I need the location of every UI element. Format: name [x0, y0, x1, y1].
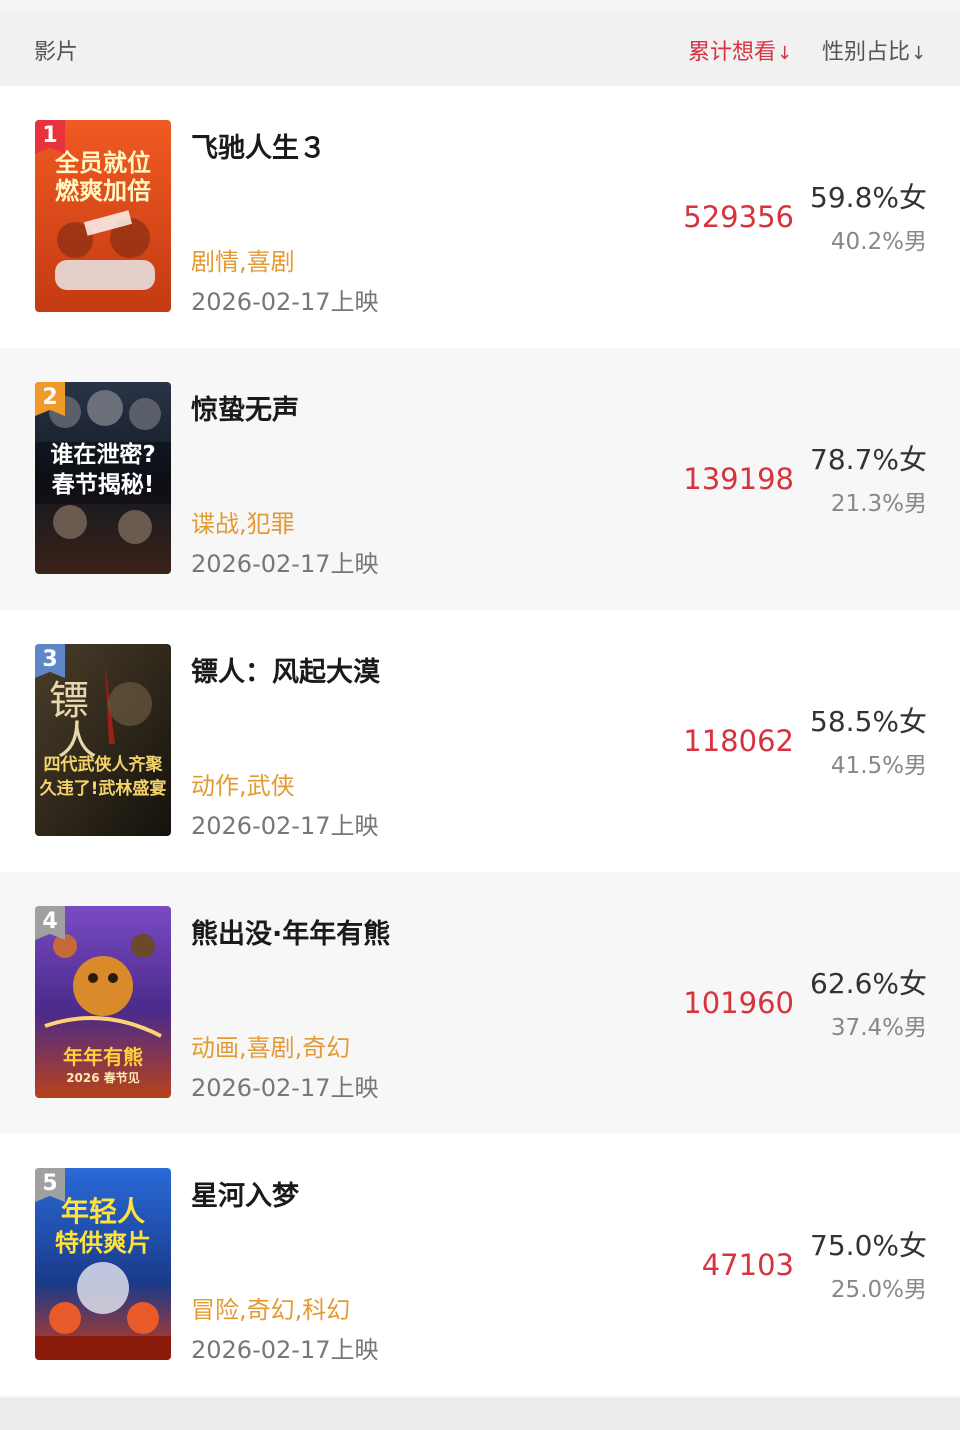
female-ratio: 59.8%女 [810, 181, 927, 214]
sort-gender-button[interactable]: 性别占比↓ [822, 34, 926, 66]
sort-want-button[interactable]: 累计想看↓ [688, 34, 792, 66]
want-count: 529356 [683, 200, 794, 234]
poster-tagline-2: 2026 春节见 [66, 1071, 140, 1085]
movie-poster[interactable]: 年轻人 特供爽片 5 [35, 1168, 171, 1360]
poster-tagline-1: 四代武侠人齐聚 [43, 755, 163, 775]
poster-tagline-1: 全员就位 [55, 149, 151, 177]
table-header: 影片 累计想看↓ 性别占比↓ [0, 14, 960, 86]
want-count: 101960 [683, 986, 794, 1020]
movie-title[interactable]: 熊出没·年年有熊 [191, 912, 390, 951]
movie-poster[interactable]: 谁在泄密? 春节揭秘! 2 [35, 382, 171, 574]
movie-poster[interactable]: 镖 人 四代武侠人齐聚 久违了!武林盛宴 3 [35, 644, 171, 836]
female-ratio: 58.5%女 [810, 705, 927, 738]
poster-tagline-2: 燃爽加倍 [55, 177, 151, 205]
movie-row[interactable]: 年年有熊 2026 春节见 4 熊出没·年年有熊 动画,喜剧,奇幻 2026-0… [0, 872, 960, 1134]
release-date: 2026-02-17上映 [191, 288, 379, 316]
release-date: 2026-02-17上映 [191, 1336, 379, 1364]
movie-genre: 冒险,奇幻,科幻 [191, 1296, 351, 1324]
sort-down-icon: ↓ [911, 43, 927, 64]
movie-poster[interactable]: 年年有熊 2026 春节见 4 [35, 906, 171, 1098]
male-ratio: 21.3%男 [830, 491, 927, 517]
poster-tagline-1: 年轻人 [60, 1195, 145, 1228]
movie-title[interactable]: 镖人：风起大漠 [191, 650, 380, 689]
movie-genre: 动画,喜剧,奇幻 [191, 1034, 351, 1062]
header-film: 影片 [34, 40, 79, 65]
movie-genre: 剧情,喜剧 [191, 248, 295, 276]
female-ratio: 75.0%女 [810, 1229, 927, 1262]
release-date: 2026-02-17上映 [191, 1074, 379, 1102]
male-ratio: 41.5%男 [830, 753, 927, 779]
poster-tagline-1: 谁在泄密? [50, 442, 156, 468]
movie-genre: 谍战,犯罪 [191, 510, 295, 538]
male-ratio: 37.4%男 [830, 1015, 927, 1041]
want-count: 47103 [701, 1248, 794, 1282]
female-ratio: 62.6%女 [810, 967, 927, 1000]
sort-want-label: 累计想看 [688, 40, 777, 65]
sort-gender-label: 性别占比 [822, 40, 911, 65]
movie-title[interactable]: 惊蛰无声 [191, 388, 299, 427]
release-date: 2026-02-17上映 [191, 812, 379, 840]
movie-row[interactable]: 年轻人 特供爽片 5 星河入梦 冒险,奇幻,科幻 2026-02-17上映 47… [0, 1134, 960, 1396]
want-count: 139198 [683, 462, 794, 496]
want-count: 118062 [683, 724, 794, 758]
male-ratio: 25.0%男 [830, 1277, 927, 1303]
female-ratio: 78.7%女 [810, 443, 927, 476]
poster-tagline-2: 特供爽片 [55, 1229, 151, 1257]
movie-title[interactable]: 星河入梦 [191, 1174, 299, 1213]
poster-tagline-1: 年年有熊 [63, 1045, 143, 1069]
movie-row[interactable]: 谁在泄密? 春节揭秘! 2 惊蛰无声 谍战,犯罪 2026-02-17上映 13… [0, 348, 960, 610]
sort-down-icon: ↓ [777, 43, 793, 64]
list-footer [0, 1398, 960, 1430]
poster-tagline-2: 春节揭秘! [51, 472, 155, 498]
movie-row[interactable]: 镖 人 四代武侠人齐聚 久违了!武林盛宴 3 镖人：风起大漠 动作,武侠 202… [0, 610, 960, 872]
movie-poster[interactable]: 全员就位 燃爽加倍 1 [35, 120, 171, 312]
movie-genre: 动作,武侠 [191, 772, 295, 800]
poster-tagline-2: 久违了!武林盛宴 [39, 779, 167, 799]
release-date: 2026-02-17上映 [191, 550, 379, 578]
male-ratio: 40.2%男 [830, 229, 927, 255]
movie-row[interactable]: 全员就位 燃爽加倍 1 飞驰人生３ 剧情,喜剧 2026-02-17上映 529… [0, 86, 960, 348]
movie-title[interactable]: 飞驰人生３ [191, 126, 326, 165]
